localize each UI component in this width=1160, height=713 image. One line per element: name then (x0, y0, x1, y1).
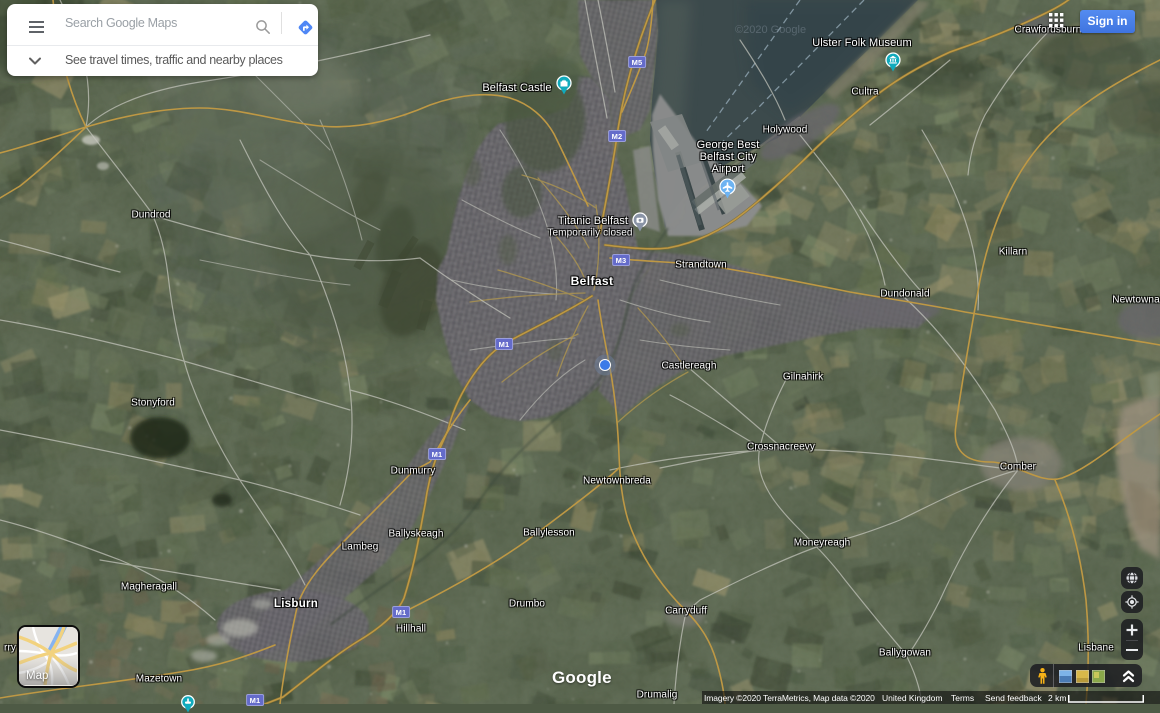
svg-text:©2020 Google: ©2020 Google (735, 24, 806, 36)
